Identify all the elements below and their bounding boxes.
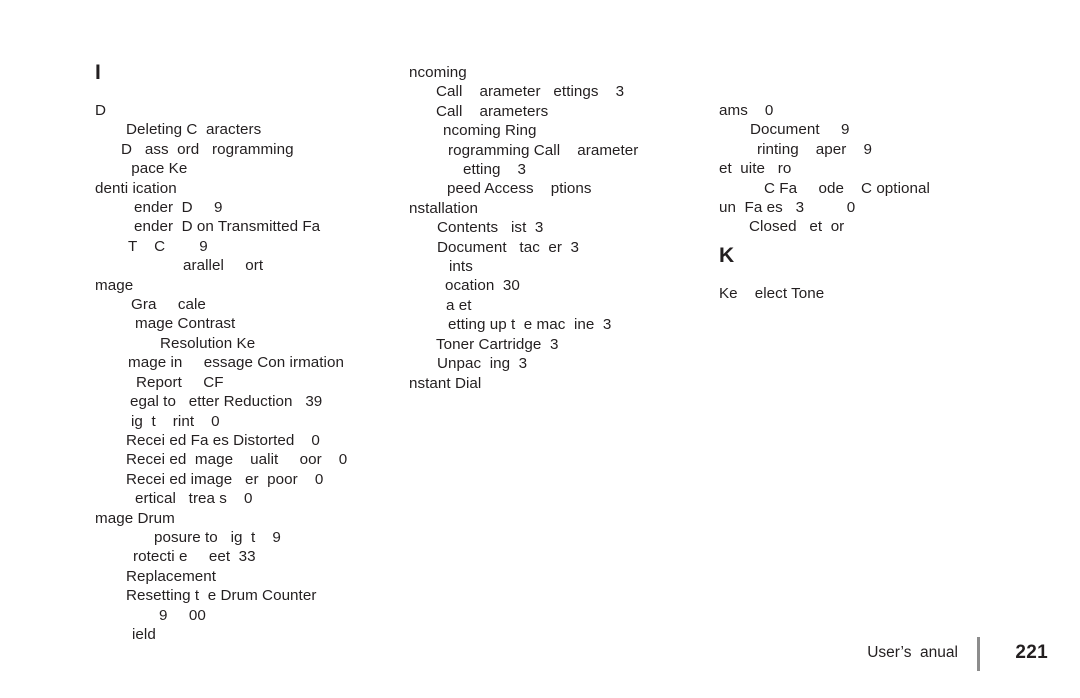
index-entry: arallel ort: [183, 257, 264, 275]
index-entry-list-1: D Deleting C aracters D ass ord rogramming…: [95, 101, 400, 644]
index-entry: Call arameters: [436, 102, 549, 120]
index-entry: ertical trea s 0: [135, 490, 253, 508]
index-entry: ints: [449, 258, 473, 276]
index-entry: un Fa es 3 0: [719, 199, 856, 217]
index-entry: mage in essage Con irmation: [128, 354, 344, 372]
index-entry: rinting aper 9: [757, 140, 872, 158]
index-entry: rogramming Call arameter: [448, 141, 639, 159]
index-entry: Ke elect Tone: [719, 285, 825, 302]
index-entry: Recei ed Fa es Distorted 0: [126, 431, 320, 449]
index-entry: mage Drum: [95, 509, 175, 527]
index-entry: nstallation: [409, 199, 478, 217]
index-entry: Contents ist 3: [437, 219, 544, 237]
index-entry: T C 9: [128, 237, 208, 255]
section-heading-k: K: [719, 244, 735, 267]
page-number: 221: [1015, 642, 1048, 663]
index-page: I D Deleting C aracters D ass ord rogrammi…: [0, 0, 1080, 698]
page-footer: User’s anual 221: [0, 628, 1080, 698]
index-entry: Closed et or: [749, 218, 845, 236]
index-entry: ncoming: [409, 64, 467, 81]
index-entry: Recei ed image er poor 0: [126, 470, 324, 488]
footer-manual-label: User’s anual: [867, 644, 958, 661]
index-entry: Replacement: [126, 567, 217, 585]
index-entry: rotecti e eet 33: [133, 548, 256, 566]
index-entry: ender D on Transmitted Fa: [134, 218, 321, 236]
index-entry: mage: [95, 276, 134, 294]
index-entry-list-2: ncoming Call arameter ettings 3 Call arame…: [409, 63, 709, 393]
index-entry: posure to ig t 9: [154, 528, 281, 546]
section-heading-i: I: [95, 61, 102, 84]
index-entry: nstant Dial: [409, 374, 482, 392]
index-entry: Report CF: [136, 373, 224, 391]
index-entry: ender D 9: [134, 199, 223, 217]
index-entry: Gra cale: [131, 296, 206, 314]
footer-divider: [977, 637, 980, 671]
index-column-3: ams 0 Document 9 rinting aper 9 et uite ro C…: [719, 0, 1049, 698]
index-entry: pace Ke: [127, 160, 188, 178]
index-column-2: ncoming Call arameter ettings 3 Call arame…: [409, 0, 709, 698]
index-entry: peed Access ptions: [447, 180, 592, 198]
index-entry: Deleting C aracters: [126, 121, 262, 139]
index-entry: 9 00: [159, 606, 206, 624]
index-entry: ocation 30: [445, 277, 520, 295]
index-entry: Recei ed mage ualit oor 0: [126, 451, 348, 469]
index-entry: D ass ord rogramming: [121, 140, 294, 158]
index-entry: egal to etter Reduction 39: [130, 393, 323, 411]
index-entry: C Fa ode C optional: [764, 179, 930, 197]
index-entry: Document tac er 3: [437, 238, 580, 256]
index-entry: Call arameter ettings 3: [436, 83, 625, 101]
index-entry: Toner Cartridge 3: [436, 335, 559, 353]
index-entry: etting 3: [463, 161, 527, 179]
index-entry: Unpac ing 3: [437, 355, 528, 373]
index-entry: ams 0: [719, 102, 774, 119]
index-entry: D: [95, 102, 107, 119]
index-entry: Resetting t e Drum Counter: [126, 587, 317, 605]
index-entry: mage Contrast: [135, 315, 236, 333]
index-entry: ig t rint 0: [131, 412, 220, 430]
index-entry-list-3: ams 0 Document 9 rinting aper 9 et uite ro C…: [719, 101, 1049, 237]
index-entry-list-k: Ke elect Tone: [719, 284, 1049, 303]
index-column-1: I D Deleting C aracters D ass ord rogrammi…: [95, 0, 400, 698]
index-entry: denti ication: [95, 179, 177, 197]
index-entry: etting up t e mac ine 3: [448, 316, 612, 334]
index-entry: et uite ro: [719, 160, 792, 178]
index-entry: Resolution Ke: [160, 334, 256, 352]
index-entry: a et: [446, 296, 472, 314]
index-entry: ncoming Ring: [443, 122, 537, 140]
index-entry: Document 9: [750, 121, 850, 139]
